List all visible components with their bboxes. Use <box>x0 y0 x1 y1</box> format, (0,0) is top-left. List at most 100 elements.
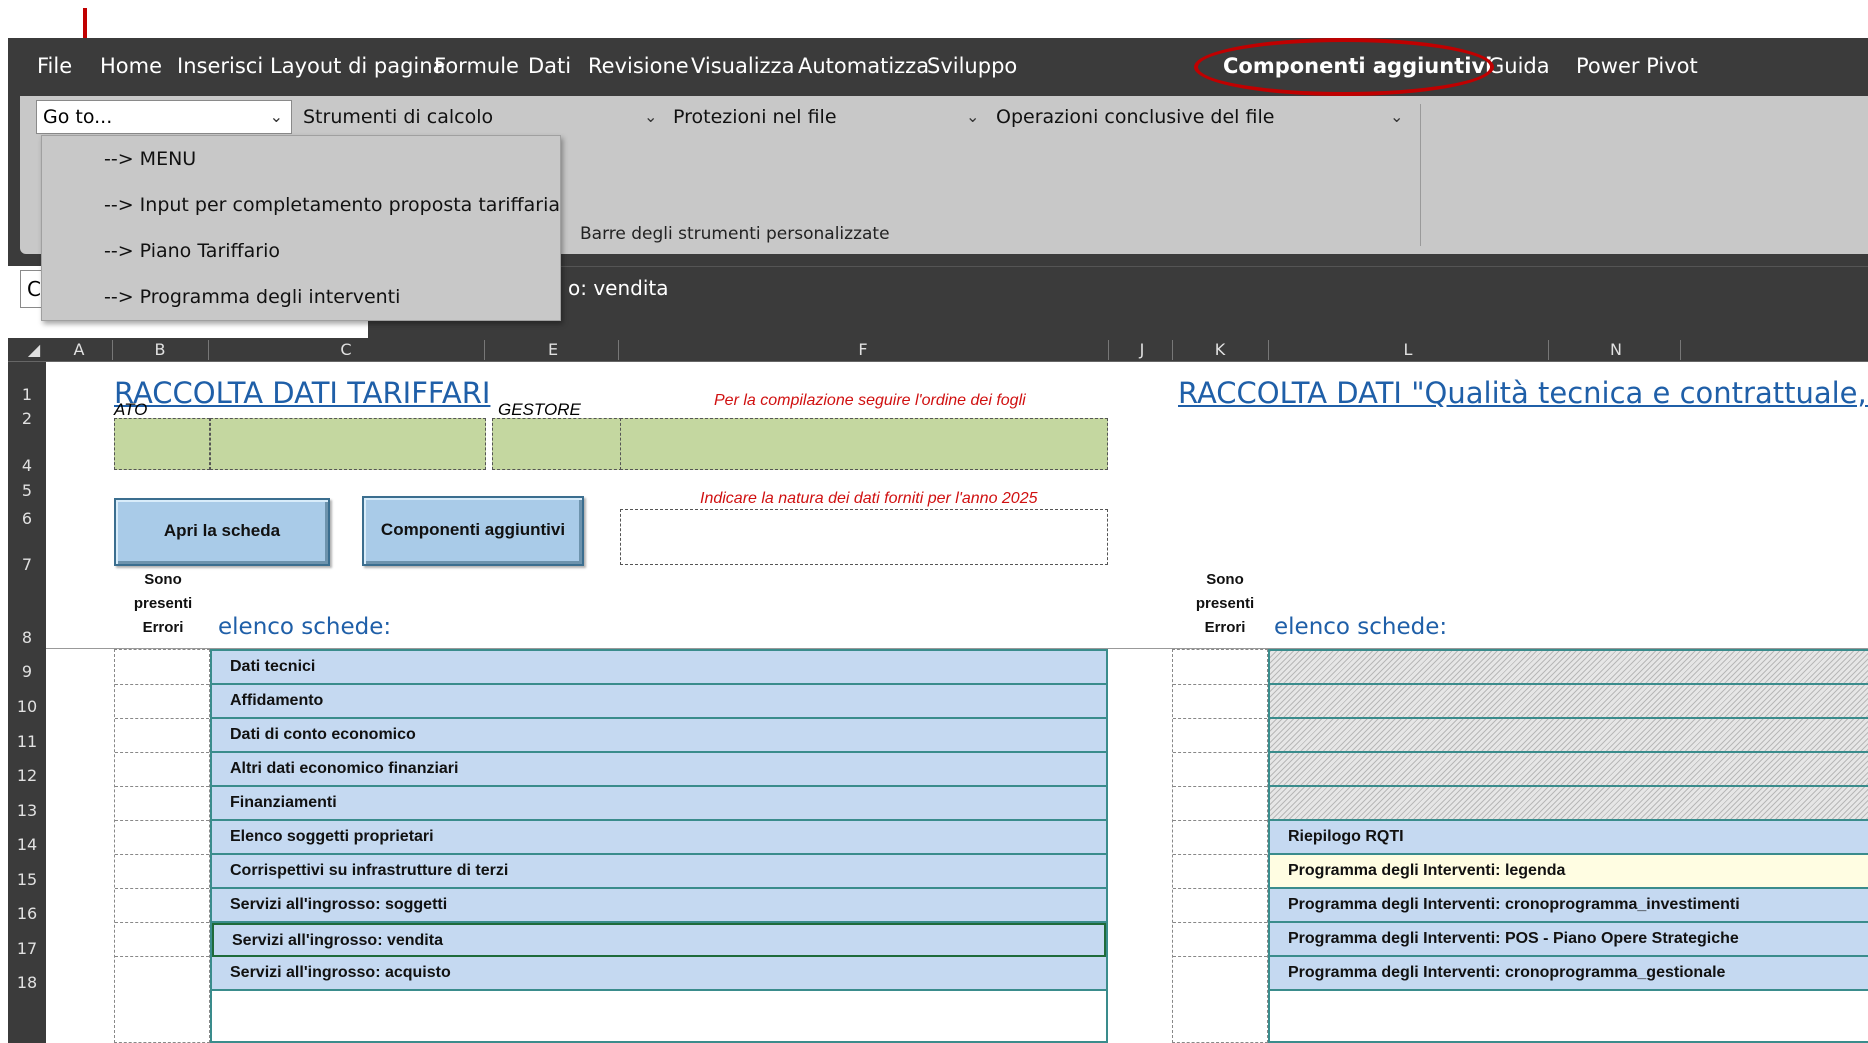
tab-automatizza[interactable]: Automatizza <box>798 52 929 80</box>
list-item[interactable]: Servizi all'ingrosso: soggetti <box>212 889 1106 923</box>
column-header[interactable]: L <box>1268 338 1548 362</box>
list-item[interactable]: Riepilogo RQTI <box>1270 821 1868 855</box>
list-item[interactable]: Programma degli Interventi: cronoprogram… <box>1270 889 1868 923</box>
row-header[interactable]: 10 <box>8 697 46 716</box>
chevron-down-icon[interactable]: ⌄ <box>644 102 657 132</box>
ribbon-separator <box>1420 104 1421 246</box>
list-item-disabled <box>1270 753 1868 787</box>
list-item[interactable]: Programma degli Interventi: cronoprogram… <box>1270 957 1868 991</box>
list-item[interactable]: Altri dati economico finanziari <box>212 753 1106 787</box>
apri-la-scheda-button[interactable]: Apri la scheda <box>114 498 330 566</box>
ribbon-tab-bar: File Home Inserisci Layout di pagina For… <box>8 38 1868 96</box>
row-header[interactable]: 14 <box>8 835 46 854</box>
row-header[interactable]: 8 <box>8 628 46 647</box>
dropdown-item-programma-interventi[interactable]: --> Programma degli interventi <box>104 286 400 308</box>
row-header[interactable]: 18 <box>8 973 46 992</box>
row-header[interactable]: 7 <box>8 555 46 574</box>
elenco-schede-label: elenco schede: <box>1274 614 1448 640</box>
errori-header-line1: Sono <box>144 571 182 588</box>
column-divider <box>1548 340 1549 360</box>
column-header[interactable]: A <box>46 338 112 362</box>
cell-divider <box>115 820 209 821</box>
tab-layout-di-pagina[interactable]: Layout di pagina <box>270 52 445 80</box>
row-header[interactable]: 13 <box>8 801 46 820</box>
list-item[interactable]: Elenco soggetti proprietari <box>212 821 1106 855</box>
tab-home[interactable]: Home <box>100 52 162 80</box>
tab-power-pivot[interactable]: Power Pivot <box>1576 52 1698 80</box>
row-header[interactable]: 6 <box>8 509 46 528</box>
list-item[interactable]: Dati tecnici <box>212 651 1106 685</box>
combo-operazioni-conclusive[interactable]: Operazioni conclusive del file <box>996 102 1274 132</box>
label-gestore: GESTORE <box>498 400 581 419</box>
cell-divider <box>1173 718 1267 719</box>
row-header[interactable]: 9 <box>8 662 46 681</box>
column-header[interactable]: K <box>1172 338 1268 362</box>
errori-column <box>114 649 210 1043</box>
errori-header-line3: Errori <box>142 619 184 636</box>
row-header[interactable]: 15 <box>8 870 46 889</box>
input-ato-name[interactable] <box>210 418 486 470</box>
input-gestore-code[interactable] <box>492 418 622 470</box>
tab-inserisci[interactable]: Inserisci <box>177 52 263 80</box>
componenti-aggiuntivi-button[interactable]: Componenti aggiuntivi <box>362 496 584 566</box>
title-raccolta-dati-tariffari: RACCOLTA DATI TARIFFARI <box>114 376 491 410</box>
column-header[interactable]: C <box>208 338 484 362</box>
goto-combobox[interactable]: Go to... ⌄ <box>36 100 292 134</box>
combo-strumenti-di-calcolo[interactable]: Strumenti di calcolo <box>303 102 493 132</box>
row-header[interactable]: 12 <box>8 766 46 785</box>
list-item-disabled <box>1270 719 1868 753</box>
cell-divider <box>115 922 209 923</box>
dropdown-item-piano-tariffario[interactable]: --> Piano Tariffario <box>104 240 280 262</box>
note-natura-dati: Indicare la natura dei dati forniti per … <box>700 490 1038 507</box>
tab-dati[interactable]: Dati <box>528 52 571 80</box>
tab-guida[interactable]: Guida <box>1488 52 1550 80</box>
list-item-disabled <box>1270 651 1868 685</box>
formula-bar-content[interactable]: o: vendita <box>568 276 669 300</box>
worksheet-grid: RACCOLTA DATI TARIFFARI RACCOLTA DATI "Q… <box>46 362 1868 1043</box>
tab-visualizza[interactable]: Visualizza <box>691 52 794 80</box>
column-header[interactable]: J <box>1112 338 1172 362</box>
input-gestore-name[interactable] <box>620 418 1108 470</box>
list-item[interactable]: Programma degli Interventi: POS - Piano … <box>1270 923 1868 957</box>
column-header-bar: ◢ A B C E F J K L N <box>8 338 1868 362</box>
row-header[interactable]: 2 <box>8 409 46 428</box>
cell-divider <box>115 786 209 787</box>
chevron-down-icon[interactable]: ⌄ <box>966 102 979 132</box>
chevron-down-icon[interactable]: ⌄ <box>1390 102 1403 132</box>
column-header[interactable]: F <box>618 338 1108 362</box>
elenco-schede-list-rqti: Riepilogo RQTI Programma degli Intervent… <box>1268 649 1868 1043</box>
row-header[interactable]: 11 <box>8 732 46 751</box>
dropdown-item-menu[interactable]: --> MENU <box>104 148 196 170</box>
list-item[interactable]: Affidamento <box>212 685 1106 719</box>
row-header-bar: 1 2 4 5 6 7 8 9 10 11 12 13 14 15 16 17 … <box>8 362 46 1043</box>
row-header[interactable]: 5 <box>8 481 46 500</box>
cell-divider <box>115 718 209 719</box>
list-item[interactable]: Programma degli Interventi: legenda <box>1270 855 1868 889</box>
dropdown-item-input[interactable]: --> Input per completamento proposta tar… <box>104 194 560 216</box>
list-item[interactable]: Servizi all'ingrosso: acquisto <box>212 957 1106 991</box>
list-item[interactable]: Finanziamenti <box>212 787 1106 821</box>
select-all-corner[interactable]: ◢ <box>22 338 46 362</box>
row-header[interactable]: 1 <box>8 385 46 404</box>
cell-divider <box>115 684 209 685</box>
tab-revisione[interactable]: Revisione <box>588 52 689 80</box>
column-header[interactable]: N <box>1552 338 1680 362</box>
tab-sviluppo[interactable]: Sviluppo <box>927 52 1017 80</box>
input-natura-dati[interactable] <box>620 509 1108 565</box>
list-item[interactable]: Dati di conto economico <box>212 719 1106 753</box>
row-header[interactable]: 4 <box>8 456 46 475</box>
column-header[interactable]: E <box>488 338 618 362</box>
input-ato-code[interactable] <box>114 418 210 470</box>
combo-protezioni-nel-file[interactable]: Protezioni nel file <box>673 102 837 132</box>
tab-formule[interactable]: Formule <box>434 52 519 80</box>
row-header[interactable]: 16 <box>8 904 46 923</box>
list-item-selected[interactable]: Servizi all'ingrosso: vendita <box>212 923 1106 957</box>
list-item[interactable]: Corrispettivi su infrastrutture di terzi <box>212 855 1106 889</box>
cell-divider <box>1173 854 1267 855</box>
column-header[interactable]: B <box>112 338 208 362</box>
column-divider <box>1680 340 1681 360</box>
tab-file[interactable]: File <box>37 52 72 80</box>
chevron-down-icon[interactable]: ⌄ <box>270 101 283 133</box>
row-header[interactable]: 17 <box>8 939 46 958</box>
excel-window: File Home Inserisci Layout di pagina For… <box>8 38 1868 1043</box>
